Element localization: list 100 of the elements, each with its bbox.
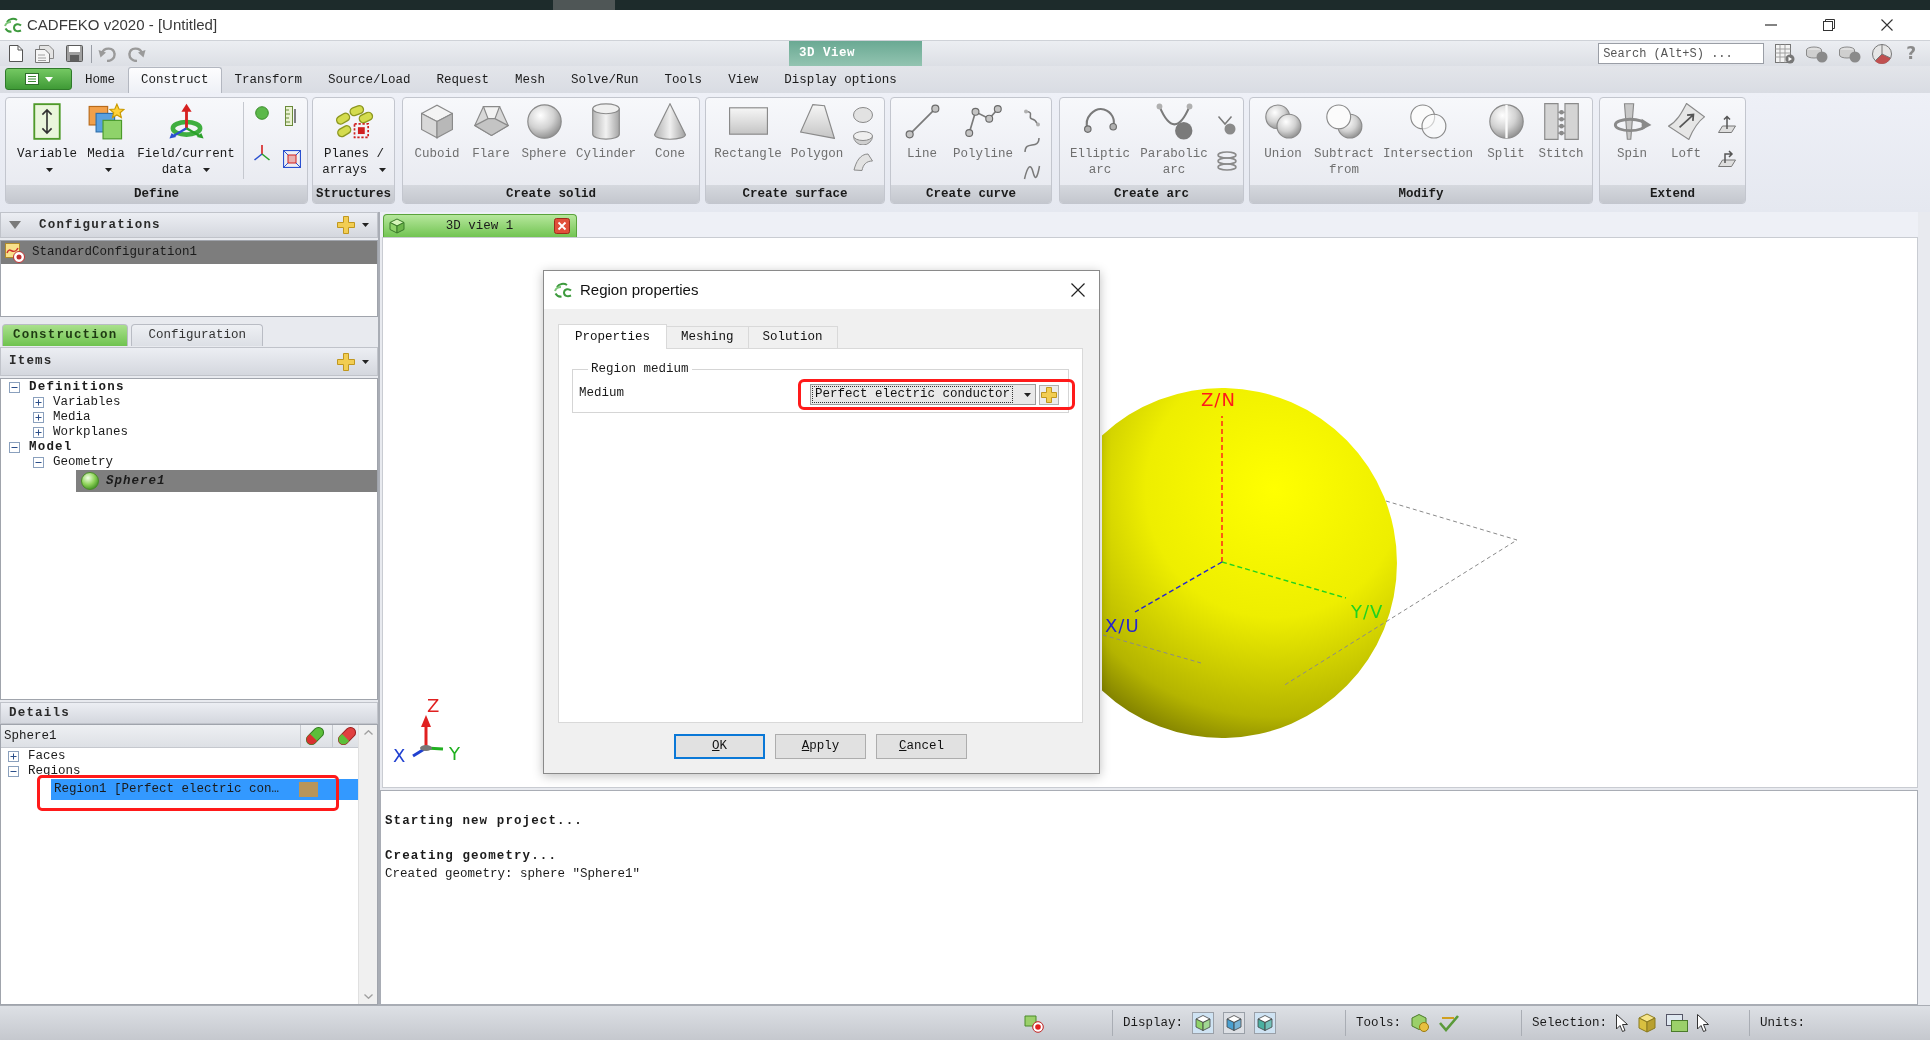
plus-box-icon[interactable] bbox=[33, 397, 44, 408]
shaded-cube-icon[interactable] bbox=[1254, 1012, 1276, 1034]
panel-stack-icon[interactable] bbox=[1666, 1014, 1689, 1032]
rectangle-icon bbox=[728, 107, 768, 135]
plus-box-icon[interactable] bbox=[33, 427, 44, 438]
dialog-button[interactable]: Cancel bbox=[876, 734, 967, 759]
axis-label: Y/V bbox=[1351, 601, 1384, 622]
ruler-icon[interactable] bbox=[285, 106, 299, 126]
caret-icon[interactable] bbox=[362, 223, 369, 227]
search-field[interactable]: Search (Alt+S) ... bbox=[1598, 43, 1765, 64]
bowl-icon[interactable] bbox=[853, 131, 873, 145]
ribbon-button[interactable]: Media bbox=[80, 98, 132, 185]
shaded-cube-icon[interactable] bbox=[1223, 1012, 1245, 1034]
close-icon[interactable] bbox=[1071, 283, 1085, 297]
plus-box-icon[interactable] bbox=[33, 412, 44, 423]
tree-item[interactable]: Region1 [Perfect electric con… bbox=[51, 779, 358, 800]
wireframe-cube-icon[interactable] bbox=[283, 150, 301, 168]
capsule-icon[interactable] bbox=[332, 725, 358, 747]
collapse-triangle-icon[interactable] bbox=[9, 221, 21, 229]
axis-label: X/U bbox=[1105, 615, 1140, 636]
axis-label: Z bbox=[427, 695, 441, 716]
object-name: Sphere1 bbox=[4, 728, 57, 744]
panel-title: Items bbox=[9, 354, 53, 369]
ribbon-tab[interactable]: Display options bbox=[771, 67, 910, 93]
minus-box-icon[interactable] bbox=[9, 442, 20, 453]
dialog-button[interactable]: Apply bbox=[775, 734, 866, 759]
ribbon-tab[interactable]: Home bbox=[72, 67, 128, 93]
ribbon-tab[interactable]: Construct bbox=[128, 67, 222, 93]
tree-item[interactable]: Definitions bbox=[28, 380, 126, 395]
fork-circle-icon[interactable] bbox=[1217, 115, 1237, 135]
console-line: Creating geometry... bbox=[385, 848, 559, 865]
ribbon-tab[interactable]: Request bbox=[423, 67, 503, 93]
wave-curve-icon[interactable] bbox=[1023, 163, 1041, 181]
tree-item[interactable]: Media bbox=[52, 410, 92, 425]
configuration-item[interactable]: StandardConfiguration1 bbox=[1, 241, 377, 264]
cube-icon[interactable] bbox=[1637, 1013, 1658, 1033]
panel-tab[interactable]: Construction bbox=[2, 324, 129, 346]
parabola-icon bbox=[1155, 102, 1193, 140]
ribbon-button[interactable]: Variable bbox=[14, 98, 80, 185]
disc-stack-icon[interactable] bbox=[1806, 44, 1829, 63]
tree-item[interactable]: Regions bbox=[27, 764, 82, 779]
check-mark-icon[interactable] bbox=[1439, 1014, 1460, 1032]
tree-item[interactable]: Geometry bbox=[52, 455, 114, 470]
ellipse-disk-icon[interactable] bbox=[853, 107, 873, 123]
cube-icon bbox=[389, 218, 405, 234]
minus-box-icon[interactable] bbox=[8, 766, 19, 777]
dot-icon[interactable] bbox=[255, 106, 269, 120]
intersecting-circles-icon bbox=[1409, 103, 1447, 139]
tree-item[interactable]: Sphere1 bbox=[76, 470, 377, 492]
cube-badge-icon[interactable] bbox=[1410, 1013, 1431, 1033]
bent-arrow-on-plane-icon[interactable] bbox=[1718, 149, 1736, 167]
dialog-tab[interactable]: Properties bbox=[558, 324, 667, 349]
coil-icon[interactable] bbox=[1217, 151, 1237, 171]
capsule-icon[interactable] bbox=[300, 725, 326, 747]
tree-item[interactable]: Faces bbox=[27, 749, 67, 764]
save-icon[interactable] bbox=[66, 45, 83, 62]
new-document-icon[interactable] bbox=[9, 45, 23, 62]
application-menu-button[interactable] bbox=[5, 68, 72, 90]
s-curve-icon[interactable] bbox=[1023, 136, 1041, 154]
axes-icon[interactable] bbox=[253, 144, 271, 162]
pointer-icon[interactable] bbox=[1616, 1014, 1629, 1032]
minus-box-icon[interactable] bbox=[33, 457, 44, 468]
stacked-squares-icon bbox=[87, 102, 125, 140]
disc-stack-icon[interactable] bbox=[1839, 44, 1862, 63]
shaded-cube-icon[interactable] bbox=[1192, 1012, 1214, 1034]
ribbon-group-label: Create arc bbox=[1060, 185, 1243, 203]
ribbon-tab[interactable]: Solve/Run bbox=[558, 67, 652, 93]
curved-patch-icon[interactable] bbox=[853, 153, 873, 171]
window-title: CADFEKO v2020 - [Untitled] bbox=[27, 16, 218, 34]
ribbon-tab[interactable]: Tools bbox=[651, 67, 716, 93]
tree-item[interactable]: Workplanes bbox=[52, 425, 129, 440]
polyline-icon bbox=[964, 105, 1002, 137]
ribbon-button[interactable]: Planes / arrays bbox=[317, 98, 391, 185]
dialog-tab[interactable]: Solution bbox=[747, 326, 838, 348]
minus-box-icon[interactable] bbox=[9, 382, 20, 393]
ribbon-tab[interactable]: View bbox=[715, 67, 772, 93]
view-tab[interactable]: 3D view 1 bbox=[383, 214, 577, 237]
close-icon[interactable] bbox=[1881, 19, 1893, 31]
add-icon[interactable] bbox=[1039, 384, 1059, 405]
status-label: Selection: bbox=[1532, 1015, 1608, 1031]
ribbon-tab[interactable]: Source/Load bbox=[315, 67, 424, 93]
pointer-icon[interactable] bbox=[1697, 1014, 1710, 1032]
medium-dropdown[interactable]: Perfect electric conductor bbox=[810, 384, 1036, 405]
table-icon[interactable] bbox=[1775, 43, 1796, 64]
ribbon-tab[interactable]: Mesh bbox=[502, 67, 559, 93]
document-stack-icon[interactable] bbox=[35, 44, 54, 63]
pie-chart-icon[interactable] bbox=[1872, 43, 1893, 64]
arrow-on-plane-icon[interactable] bbox=[1718, 115, 1736, 133]
plus-box-icon[interactable] bbox=[8, 751, 19, 762]
dialog-button[interactable]: OK bbox=[674, 734, 765, 759]
record-icon[interactable] bbox=[1024, 1013, 1044, 1033]
ribbon-button[interactable]: Field/current data bbox=[132, 98, 240, 185]
caret-icon[interactable] bbox=[362, 359, 369, 364]
panel-tab[interactable]: Configuration bbox=[131, 324, 263, 346]
close-icon[interactable] bbox=[554, 218, 570, 234]
tree-item[interactable]: Model bbox=[28, 440, 74, 455]
hook-curve-icon[interactable] bbox=[1023, 109, 1041, 127]
tree-item[interactable]: Variables bbox=[52, 395, 122, 410]
ribbon-tab[interactable]: Transform bbox=[221, 67, 316, 93]
restore-icon[interactable] bbox=[1823, 19, 1835, 31]
